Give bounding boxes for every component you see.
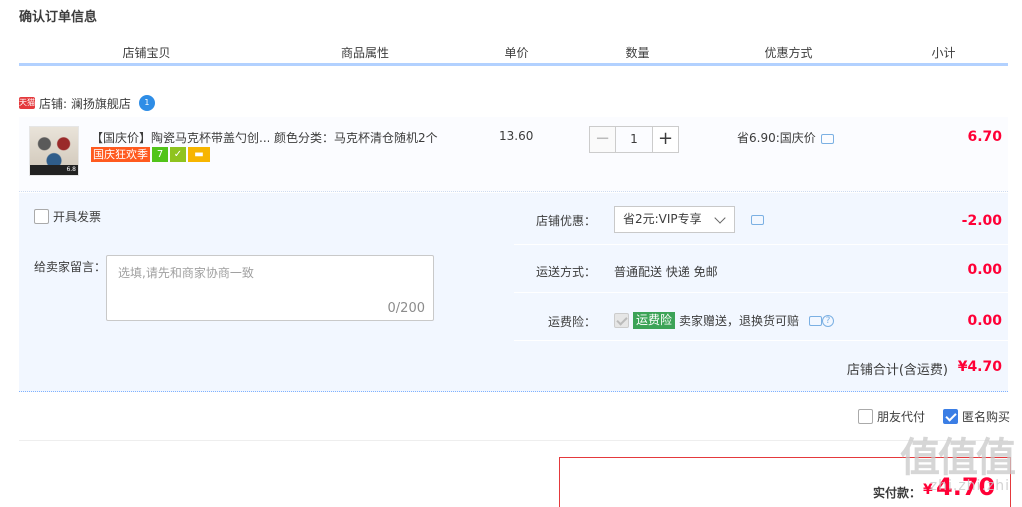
seven-day-return-icon: 7 [152,147,168,162]
insurance-checkbox [614,313,629,328]
qty-input[interactable]: 1 [616,126,652,153]
divider [19,440,1008,441]
item-subtotal: 6.70 [967,129,1002,145]
memo-char-count: 0/200 [387,301,425,316]
shop-name-link[interactable]: 店铺: 澜扬旗舰店 [39,95,131,112]
insurance-text: 卖家赠送，退换货可赔 [679,314,800,328]
promo-icons: 国庆狂欢季 7 ✓ ▬ [91,147,210,162]
invoice-label: 开具发票 [53,210,102,224]
shipping-amount: 0.00 [967,262,1002,278]
promo-tag-national-day: 国庆狂欢季 [91,147,150,162]
shop-discount-selected: 省2元:VIP专享 [623,212,702,226]
help-icon[interactable]: ? [822,314,835,327]
site-watermark: 值值值 [900,435,1016,481]
shop-discount-row: 店铺优惠： 省2元:VIP专享 -2.00 [514,193,1008,245]
col-shop-item: 店铺宝贝 [122,46,171,60]
invoice-checkbox[interactable] [34,209,49,224]
tmall-icon: 天猫 [19,97,35,109]
shop-summary-panel: 店铺优惠： 省2元:VIP专享 -2.00 运送方式： 普通配送 快递 免邮 0… [514,193,1008,341]
insurance-value: 运费险 卖家赠送，退换货可赔 ? [614,312,835,329]
qty-increase-button[interactable]: + [652,126,679,153]
table-header: 店铺宝贝 商品属性 单价 数量 优惠方式 小计 [19,44,1008,66]
product-thumbnail[interactable]: 6.8 [29,126,79,176]
shipping-value: 普通配送 快递 免邮 [614,265,718,279]
order-item-row: 6.8 【国庆价】陶瓷马克杯带盖勺创... 国庆狂欢季 7 ✓ ▬ 颜色分类：马… [19,117,1008,192]
shop-discount-label: 店铺优惠： [535,214,596,228]
item-discount-text: 省6.90:国庆价 [737,131,816,145]
insurance-tag: 运费险 [633,312,676,329]
memo-label: 给卖家留言： [34,260,107,274]
shop-total-amount: ¥4.70 [957,359,1002,375]
credit-card-icon: ▬ [188,147,210,162]
product-title-link[interactable]: 【国庆价】陶瓷马克杯带盖勺创... [91,129,269,146]
wangwang-chat-icon[interactable]: 1 [138,95,155,111]
friend-pay-option[interactable]: 朋友代付 [857,408,925,425]
insurance-row: 运费险： 运费险 卖家赠送，退换货可赔 ? 0.00 [514,293,1008,341]
quantity-stepper: − 1 + [589,126,679,153]
comment-icon[interactable] [809,315,823,326]
anonymous-checkbox[interactable] [942,409,958,424]
memo-placeholder: 选填,请先和商家协商一致 [118,266,254,280]
col-quantity: 数量 [577,44,698,63]
unit-price: 13.60 [499,129,534,143]
insurance-label: 运费险： [547,315,596,329]
shop-discount-select[interactable]: 省2元:VIP专享 [614,206,735,233]
product-property: 颜色分类：马克杯清仓随机2个 [274,131,438,145]
item-discount: 省6.90:国庆价 [737,129,834,146]
comment-icon[interactable] [820,133,834,144]
anonymous-label: 匿名购买 [961,410,1010,424]
site-watermark-url: zhi.zhi.zhi [929,478,1010,494]
guarantee-icon: ✓ [170,147,186,162]
col-property: 商品属性 [274,44,456,63]
shop-total-label: 店铺合计(含运费) [846,363,948,378]
friend-pay-checkbox[interactable] [857,409,873,424]
col-unit-price: 单价 [456,44,577,63]
shipping-label: 运送方式： [535,265,596,279]
shop-discount-amount: -2.00 [961,213,1002,229]
order-options-panel: 开具发票 给卖家留言： 选填,请先和商家协商一致 0/200 店铺优惠： 省2元… [19,193,1008,392]
checkout-options: 朋友代付 匿名购买 [857,408,1010,425]
insurance-amount: 0.00 [967,313,1002,329]
comment-icon[interactable] [751,214,764,225]
shipping-row: 运送方式： 普通配送 快递 免邮 0.00 [514,245,1008,293]
shop-discount-value: 省2元:VIP专享 [614,206,764,233]
friend-pay-label: 朋友代付 [876,410,925,424]
col-discount: 优惠方式 [698,44,879,63]
qty-decrease-button[interactable]: − [589,126,616,153]
shop-row: 天猫 店铺: 澜扬旗舰店 1 [19,94,155,112]
seller-memo-textarea[interactable]: 选填,请先和商家协商一致 0/200 [106,255,434,321]
thumbnail-price-tag: 6.8 [30,165,78,175]
anonymous-option[interactable]: 匿名购买 [942,408,1010,425]
col-subtotal: 小计 [879,44,1008,63]
page-title: 确认订单信息 [19,10,98,25]
pay-label: 实付款： [873,486,922,500]
invoice-option[interactable]: 开具发票 [34,208,101,225]
chevron-down-icon [714,212,726,224]
